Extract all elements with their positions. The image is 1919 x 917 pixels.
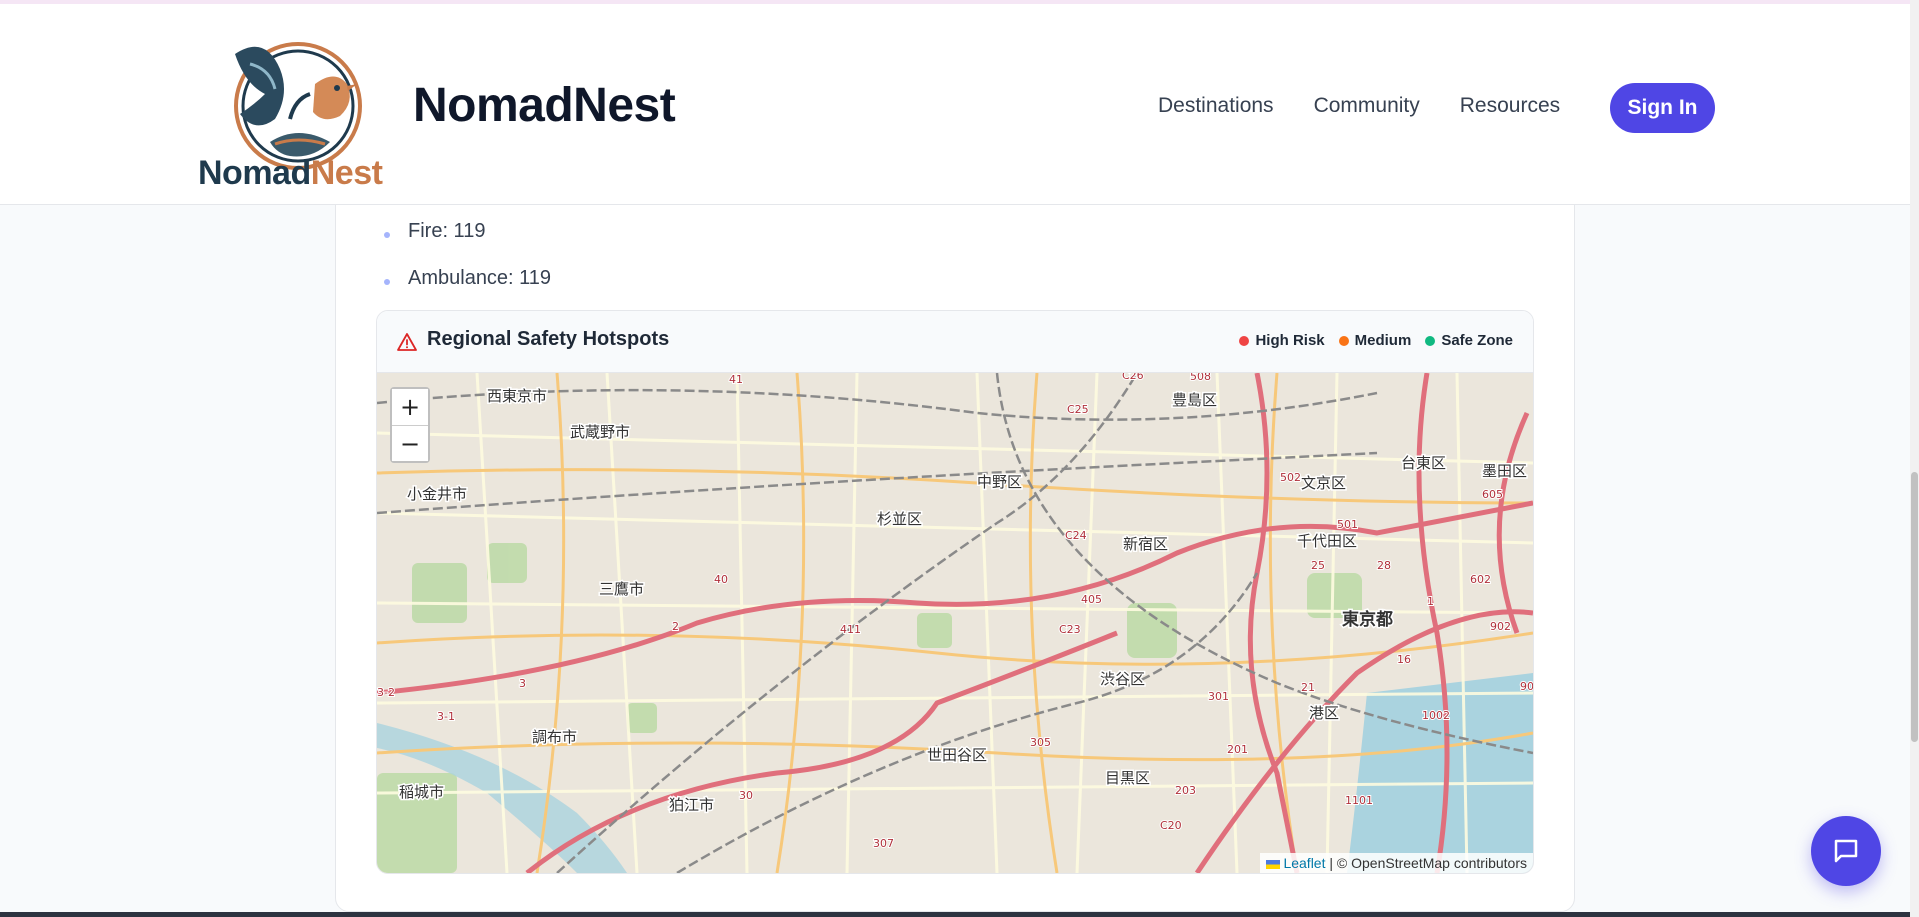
chat-button[interactable] [1811, 816, 1881, 886]
route-label: 3-2 [377, 686, 395, 699]
bullet-dot [384, 279, 390, 285]
route-label: 301 [1208, 690, 1229, 703]
route-label: 508 [1190, 373, 1211, 383]
warning-triangle-icon [397, 333, 417, 351]
zoom-out-button[interactable]: − [392, 425, 428, 461]
route-label: 2 [672, 620, 679, 633]
map-label: 小金井市 [407, 485, 467, 503]
legend-dot-red [1239, 335, 1250, 346]
route-label: 1101 [1345, 794, 1373, 807]
route-label: 405 [1081, 593, 1102, 606]
map-label: 世田谷区 [927, 746, 987, 764]
map-label: 狛江市 [669, 796, 714, 814]
map-label: 渋谷区 [1100, 670, 1145, 688]
map-tiles[interactable]: 西東京市 武蔵野市 小金井市 三鷹市 調布市 稲城市 狛江市 世田谷区 杉並区 … [377, 373, 1533, 873]
route-label: 203 [1175, 784, 1196, 797]
route-label: 16 [1397, 653, 1411, 666]
zoom-in-button[interactable]: + [392, 389, 428, 425]
map-label: 中野区 [977, 473, 1022, 491]
map-label: 台東区 [1401, 454, 1446, 472]
map-label: 千代田区 [1297, 532, 1357, 550]
route-label: 3 [519, 677, 526, 690]
route-label: C24 [1065, 529, 1087, 542]
list-item: Ambulance: 119 [380, 263, 551, 310]
route-label: 305 [1030, 736, 1051, 749]
scrollbar-thumb[interactable] [1911, 472, 1918, 742]
map-label: 目黒区 [1105, 769, 1150, 787]
map-label: 杉並区 [877, 510, 922, 528]
main-navigation: Destinations Community Resources [1158, 80, 1560, 132]
logo-word-primary: Nomad [198, 154, 311, 192]
nav-destinations[interactable]: Destinations [1158, 80, 1274, 132]
route-label: 3-1 [437, 710, 455, 723]
leaflet-link[interactable]: Leaflet [1283, 855, 1325, 871]
route-label: 21 [1301, 681, 1315, 694]
nav-community[interactable]: Community [1314, 80, 1420, 132]
map-label: 豊島区 [1172, 391, 1217, 409]
nav-resources[interactable]: Resources [1460, 80, 1560, 132]
legend-dot-orange [1338, 335, 1349, 346]
legend-label: High Risk [1255, 332, 1325, 349]
map-label: 西東京市 [487, 387, 547, 405]
legend-label: Safe Zone [1441, 332, 1513, 349]
route-label: 41 [729, 373, 743, 386]
legend-medium: Medium [1338, 332, 1412, 349]
ambulance-number: Ambulance: 119 [408, 267, 552, 289]
map-label: 港区 [1309, 704, 1339, 722]
route-label: 28 [1377, 559, 1391, 572]
sign-in-button[interactable]: Sign In [1610, 83, 1715, 133]
map-legend: High Risk Medium Safe Zone [1239, 332, 1513, 349]
route-label: 602 [1470, 573, 1491, 586]
map-label: 三鷹市 [599, 580, 644, 598]
route-label: C25 [1067, 403, 1089, 416]
bottom-edge [0, 912, 1910, 917]
route-label: 501 [1337, 518, 1358, 531]
route-label: 1002 [1422, 709, 1450, 722]
route-label: 902 [1490, 620, 1511, 633]
route-label: 40 [714, 573, 728, 586]
map-label: 調布市 [532, 728, 577, 746]
map-attribution: Leaflet | © OpenStreetMap contributors [1260, 853, 1533, 873]
route-label: C23 [1059, 623, 1081, 636]
route-label: 605 [1482, 488, 1503, 501]
map-label: 文京区 [1301, 474, 1346, 492]
route-label: C26 [1122, 373, 1144, 382]
map-title: Regional Safety Hotspots [427, 328, 670, 350]
route-label: C20 [1160, 819, 1182, 832]
route-label: 411 [840, 623, 861, 636]
route-label: 904 [1520, 680, 1533, 693]
map-label: 新宿区 [1123, 535, 1168, 553]
site-header: NomadNest NomadNest Destinations Communi… [0, 4, 1910, 205]
map-header: Regional Safety Hotspots High Risk Mediu… [377, 311, 1533, 373]
logo-wordmark: NomadNest [198, 154, 383, 193]
list-item: Fire: 119 [380, 216, 551, 263]
route-label: 502 [1280, 471, 1301, 484]
ukraine-flag-icon [1266, 859, 1281, 869]
map-canvas[interactable]: 西東京市 武蔵野市 小金井市 三鷹市 調布市 稲城市 狛江市 世田谷区 杉並区 … [377, 373, 1533, 873]
safety-map-card: Regional Safety Hotspots High Risk Mediu… [376, 310, 1534, 874]
attribution-text: | © OpenStreetMap contributors [1325, 855, 1527, 871]
map-label: 稲城市 [399, 783, 444, 801]
route-label: 201 [1227, 743, 1248, 756]
legend-safe-zone: Safe Zone [1425, 332, 1513, 349]
page-scrollbar[interactable] [1910, 0, 1919, 917]
map-label: 墨田区 [1482, 462, 1527, 480]
zoom-control: + − [390, 387, 430, 463]
legend-dot-green [1425, 335, 1436, 346]
legend-high-risk: High Risk [1239, 332, 1325, 349]
chat-bubble-icon [1834, 839, 1858, 863]
fire-number: Fire: 119 [408, 220, 486, 242]
route-label: 307 [873, 837, 894, 850]
map-label: 武蔵野市 [570, 423, 630, 441]
route-label: 25 [1311, 559, 1325, 572]
route-label: 1 [1427, 595, 1434, 608]
emergency-contacts-list: Fire: 119 Ambulance: 119 [380, 216, 551, 310]
brand-title[interactable]: NomadNest [413, 78, 676, 133]
route-label: 30 [739, 789, 753, 802]
map-label: 東京都 [1342, 609, 1393, 630]
logo-word-accent: Nest [310, 154, 383, 192]
bullet-dot [384, 232, 390, 238]
legend-label: Medium [1354, 332, 1412, 349]
